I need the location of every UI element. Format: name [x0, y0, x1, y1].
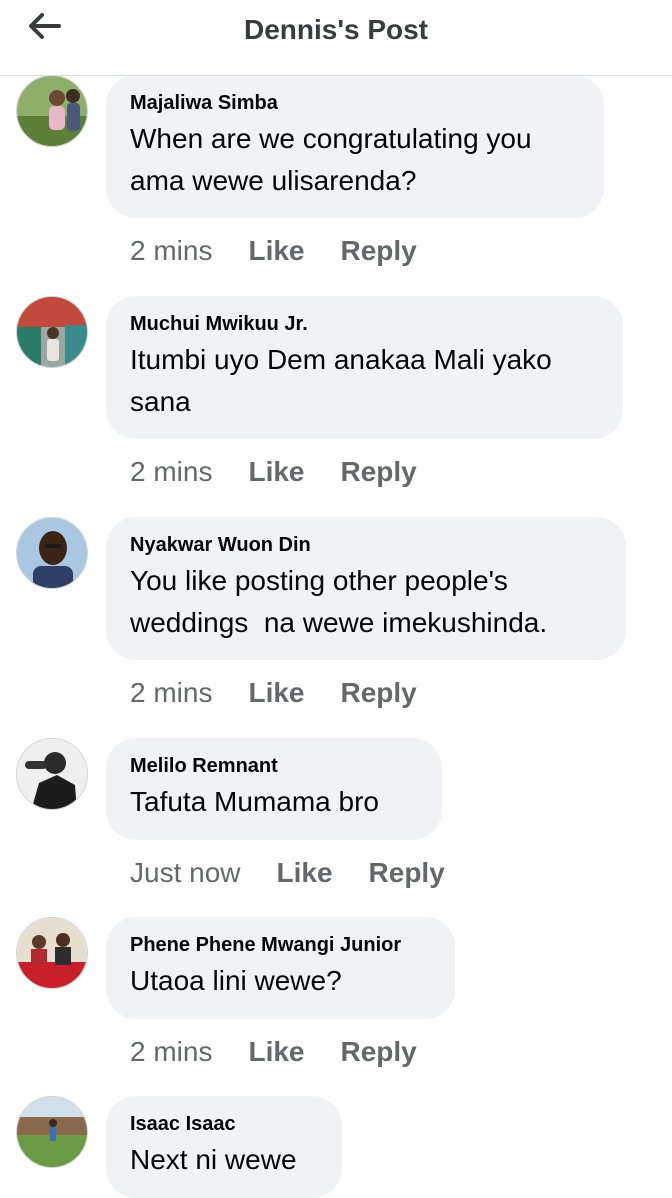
comment-actions: 2 mins Like Reply [130, 231, 417, 271]
avatar-photo [17, 739, 87, 809]
comment-author[interactable]: Nyakwar Wuon Din [130, 533, 602, 557]
avatar[interactable] [16, 517, 88, 589]
comment-bubble[interactable]: Melilo Remnant Tafuta Mumama bro [106, 738, 442, 840]
avatar-photo [17, 918, 87, 988]
avatar[interactable] [16, 917, 88, 989]
comment-text: Tafuta Mumama bro [130, 786, 379, 817]
avatar[interactable] [16, 75, 88, 147]
like-button[interactable]: Like [248, 456, 304, 488]
comment-actions: 2 mins Like Reply [130, 673, 417, 713]
comment-bubble[interactable]: Nyakwar Wuon Din You like posting other … [106, 517, 626, 660]
comment-bubble[interactable]: Isaac Isaac Next ni wewe [106, 1096, 342, 1198]
reply-button[interactable]: Reply [341, 235, 417, 267]
comment-actions: Just now Like Reply [130, 853, 445, 893]
comment-text: When are we congratulating you ama wewe … [130, 123, 540, 196]
avatar-photo [17, 1097, 87, 1167]
comment-time: 2 mins [130, 677, 213, 708]
comment-actions: 2 mins Like Reply [130, 1032, 417, 1072]
comment-time: 2 mins [130, 235, 213, 266]
comment-bubble[interactable]: Muchui Mwikuu Jr. Itumbi uyo Dem anakaa … [106, 296, 623, 439]
page-title: Dennis's Post [243, 14, 429, 45]
comment-list: Majaliwa Simba When are we congratulatin… [0, 0, 672, 1198]
avatar-photo [17, 297, 87, 367]
avatar[interactable] [16, 738, 88, 810]
avatar-photo [17, 518, 87, 588]
comment-author[interactable]: Isaac Isaac [130, 1112, 318, 1136]
like-button[interactable]: Like [248, 235, 304, 267]
comment-author[interactable]: Muchui Mwikuu Jr. [130, 312, 599, 336]
avatar[interactable] [16, 296, 88, 368]
avatar-photo [17, 76, 87, 146]
reply-button[interactable]: Reply [341, 1036, 417, 1068]
comment-text: Utaoa lini wewe? [130, 965, 342, 996]
comment-time: 2 mins [130, 1036, 213, 1067]
comment-time: Just now [130, 857, 241, 888]
reply-button[interactable]: Reply [369, 857, 445, 889]
comment-author[interactable]: Melilo Remnant [130, 754, 418, 778]
reply-button[interactable]: Reply [341, 456, 417, 488]
reply-button[interactable]: Reply [341, 677, 417, 709]
comment-text: Itumbi uyo Dem anakaa Mali yako sana [130, 344, 560, 417]
comment-text: Next ni wewe [130, 1144, 297, 1175]
comment-time: 2 mins [130, 456, 213, 487]
top-bar: Dennis's Post [0, 0, 672, 76]
avatar[interactable] [16, 1096, 88, 1168]
like-button[interactable]: Like [277, 857, 333, 889]
comment-text: You like posting other people's weddings… [130, 565, 548, 638]
like-button[interactable]: Like [248, 677, 304, 709]
like-button[interactable]: Like [248, 1036, 304, 1068]
comment-bubble[interactable]: Phene Phene Mwangi Junior Utaoa lini wew… [106, 917, 455, 1019]
comment-actions: 2 mins Like Reply [130, 452, 417, 492]
comment-bubble[interactable]: Majaliwa Simba When are we congratulatin… [106, 75, 604, 218]
comment-author[interactable]: Majaliwa Simba [130, 91, 580, 115]
comment-author[interactable]: Phene Phene Mwangi Junior [130, 933, 431, 957]
